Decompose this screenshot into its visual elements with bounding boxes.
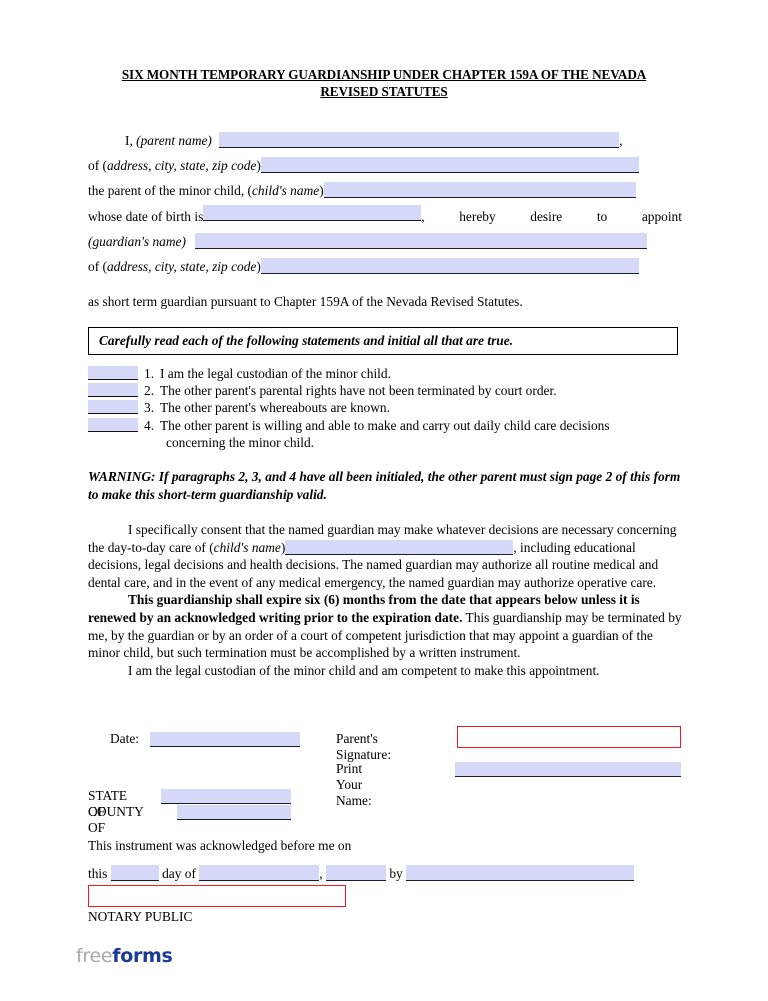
initial-input-2[interactable] bbox=[88, 383, 138, 398]
page-title: SIX MONTH TEMPORARY GUARDIANSHIP UNDER C… bbox=[88, 66, 680, 100]
guardian-address-input[interactable] bbox=[260, 257, 639, 274]
statement-row: 3. The other parent's whereabouts are kn… bbox=[88, 399, 682, 416]
custodian-paragraph: I am the legal custodian of the minor ch… bbox=[128, 662, 600, 678]
appoint-word-3: to bbox=[596, 208, 608, 224]
state-input[interactable] bbox=[161, 789, 291, 804]
parent-signature-label: Parent's Signature: bbox=[336, 731, 392, 762]
notary-this-label: this bbox=[88, 866, 108, 881]
notary-comma: , bbox=[319, 866, 323, 881]
notary-month-input[interactable] bbox=[199, 865, 320, 881]
print-name-input[interactable] bbox=[455, 762, 681, 777]
guardian-address-row: of (address, city, state, zip code) bbox=[88, 254, 682, 279]
parent-name-input[interactable] bbox=[219, 132, 620, 148]
title-line-2: REVISED STATUTES bbox=[320, 84, 448, 99]
statement-row: 4. The other parent is willing and able … bbox=[88, 417, 682, 451]
statement-number: 1. bbox=[144, 366, 155, 381]
child-dob-row: whose date of birth is , hereby desire t… bbox=[88, 204, 682, 229]
title-line-1: SIX MONTH TEMPORARY GUARDIANSHIP UNDER C… bbox=[121, 67, 647, 82]
statement-number: 2. bbox=[144, 383, 155, 399]
guardian-address-prefix: of ( bbox=[88, 258, 107, 274]
guardian-name-hint: (guardian's name) bbox=[88, 233, 186, 249]
print-name-label: Print Your Name: bbox=[336, 761, 372, 808]
statement-text: The other parent's parental rights have … bbox=[160, 383, 557, 399]
parent-name-hint: (parent name) bbox=[136, 133, 212, 148]
body-section: I specifically consent that the named gu… bbox=[88, 521, 682, 679]
child-name-prefix: the parent of the minor child, ( bbox=[88, 183, 252, 199]
statement-row: 1. I am the legal custodian of the minor… bbox=[88, 365, 682, 382]
statement-row: 2. The other parent's parental rights ha… bbox=[88, 382, 682, 399]
parent-name-comma: , bbox=[619, 133, 623, 148]
child-name-hint: child's name bbox=[251, 183, 320, 199]
parent-address-row: of (address, city, state, zip code) bbox=[88, 153, 682, 178]
parent-name-row: I, (parent name) , bbox=[88, 128, 682, 153]
child-name-row: the parent of the minor child, (child's … bbox=[88, 178, 682, 203]
instructions-text: Carefully read each of the following sta… bbox=[99, 333, 514, 348]
logo-text-forms: forms bbox=[112, 945, 173, 967]
child-dob-prefix: whose date of birth is bbox=[88, 208, 204, 224]
logo-text-free: free bbox=[76, 945, 113, 967]
date-input[interactable] bbox=[150, 732, 300, 747]
freeforms-logo: freeforms bbox=[76, 945, 173, 967]
initial-input-1[interactable] bbox=[88, 366, 138, 380]
initial-input-4[interactable] bbox=[88, 417, 138, 432]
statement-text-continued: concerning the minor child. bbox=[166, 434, 314, 450]
notary-date-row: this day of , by bbox=[88, 865, 635, 882]
consent-paragraph: I specifically consent that the named gu… bbox=[88, 521, 682, 591]
notary-signature-input[interactable] bbox=[88, 885, 346, 907]
statement-number: 3. bbox=[144, 400, 155, 416]
notary-acknowledgement-text: This instrument was acknowledged before … bbox=[88, 838, 352, 853]
notary-by-label: by bbox=[389, 866, 403, 881]
notary-day-input[interactable] bbox=[110, 865, 159, 881]
notary-by-input[interactable] bbox=[406, 865, 635, 881]
instructions-callout: Carefully read each of the following sta… bbox=[88, 327, 678, 355]
notary-year-input[interactable] bbox=[326, 865, 386, 881]
notary-public-label: NOTARY PUBLIC bbox=[88, 909, 193, 924]
child-dob-input[interactable] bbox=[203, 204, 422, 221]
consent-child-name-hint: child's name bbox=[213, 539, 281, 555]
statement-text: The other parent is willing and able to … bbox=[160, 417, 610, 433]
short-term-sentence: as short term guardian pursuant to Chapt… bbox=[88, 294, 523, 309]
appoint-word-1: hereby bbox=[459, 208, 496, 224]
intro-section: I, (parent name) , of (address, city, st… bbox=[88, 128, 682, 279]
initial-input-3[interactable] bbox=[88, 400, 138, 415]
parent-signature-input[interactable] bbox=[457, 726, 681, 748]
parent-address-hint: address, city, state, zip code bbox=[106, 158, 257, 174]
date-label: Date: bbox=[110, 731, 139, 746]
statement-text: I am the legal custodian of the minor ch… bbox=[160, 366, 391, 381]
consent-child-name-input[interactable] bbox=[285, 539, 514, 555]
guardian-name-input[interactable] bbox=[194, 232, 647, 249]
county-label: COUNTY OF bbox=[88, 804, 144, 835]
appoint-word-2: desire bbox=[530, 208, 563, 224]
parent-address-prefix: of ( bbox=[88, 158, 107, 174]
expiration-paragraph: This guardianship shall expire six (6) m… bbox=[88, 591, 682, 661]
guardian-name-row: (guardian's name) bbox=[88, 229, 682, 254]
child-dob-comma: , bbox=[421, 208, 425, 224]
statement-text: The other parent's whereabouts are known… bbox=[160, 400, 390, 416]
child-name-input[interactable] bbox=[323, 182, 636, 199]
parent-name-prefix: I, bbox=[125, 133, 137, 148]
county-input[interactable] bbox=[177, 805, 291, 820]
notary-day-of-label: day of bbox=[162, 866, 196, 881]
warning-paragraph: WARNING: If paragraphs 2, 3, and 4 have … bbox=[88, 469, 681, 502]
document-page: SIX MONTH TEMPORARY GUARDIANSHIP UNDER C… bbox=[0, 0, 768, 1001]
parent-address-input[interactable] bbox=[260, 157, 639, 174]
statement-number: 4. bbox=[144, 417, 155, 433]
statements-list: 1. I am the legal custodian of the minor… bbox=[88, 365, 682, 451]
appoint-word-4: appoint bbox=[641, 208, 682, 224]
guardian-address-hint: address, city, state, zip code bbox=[106, 258, 257, 274]
